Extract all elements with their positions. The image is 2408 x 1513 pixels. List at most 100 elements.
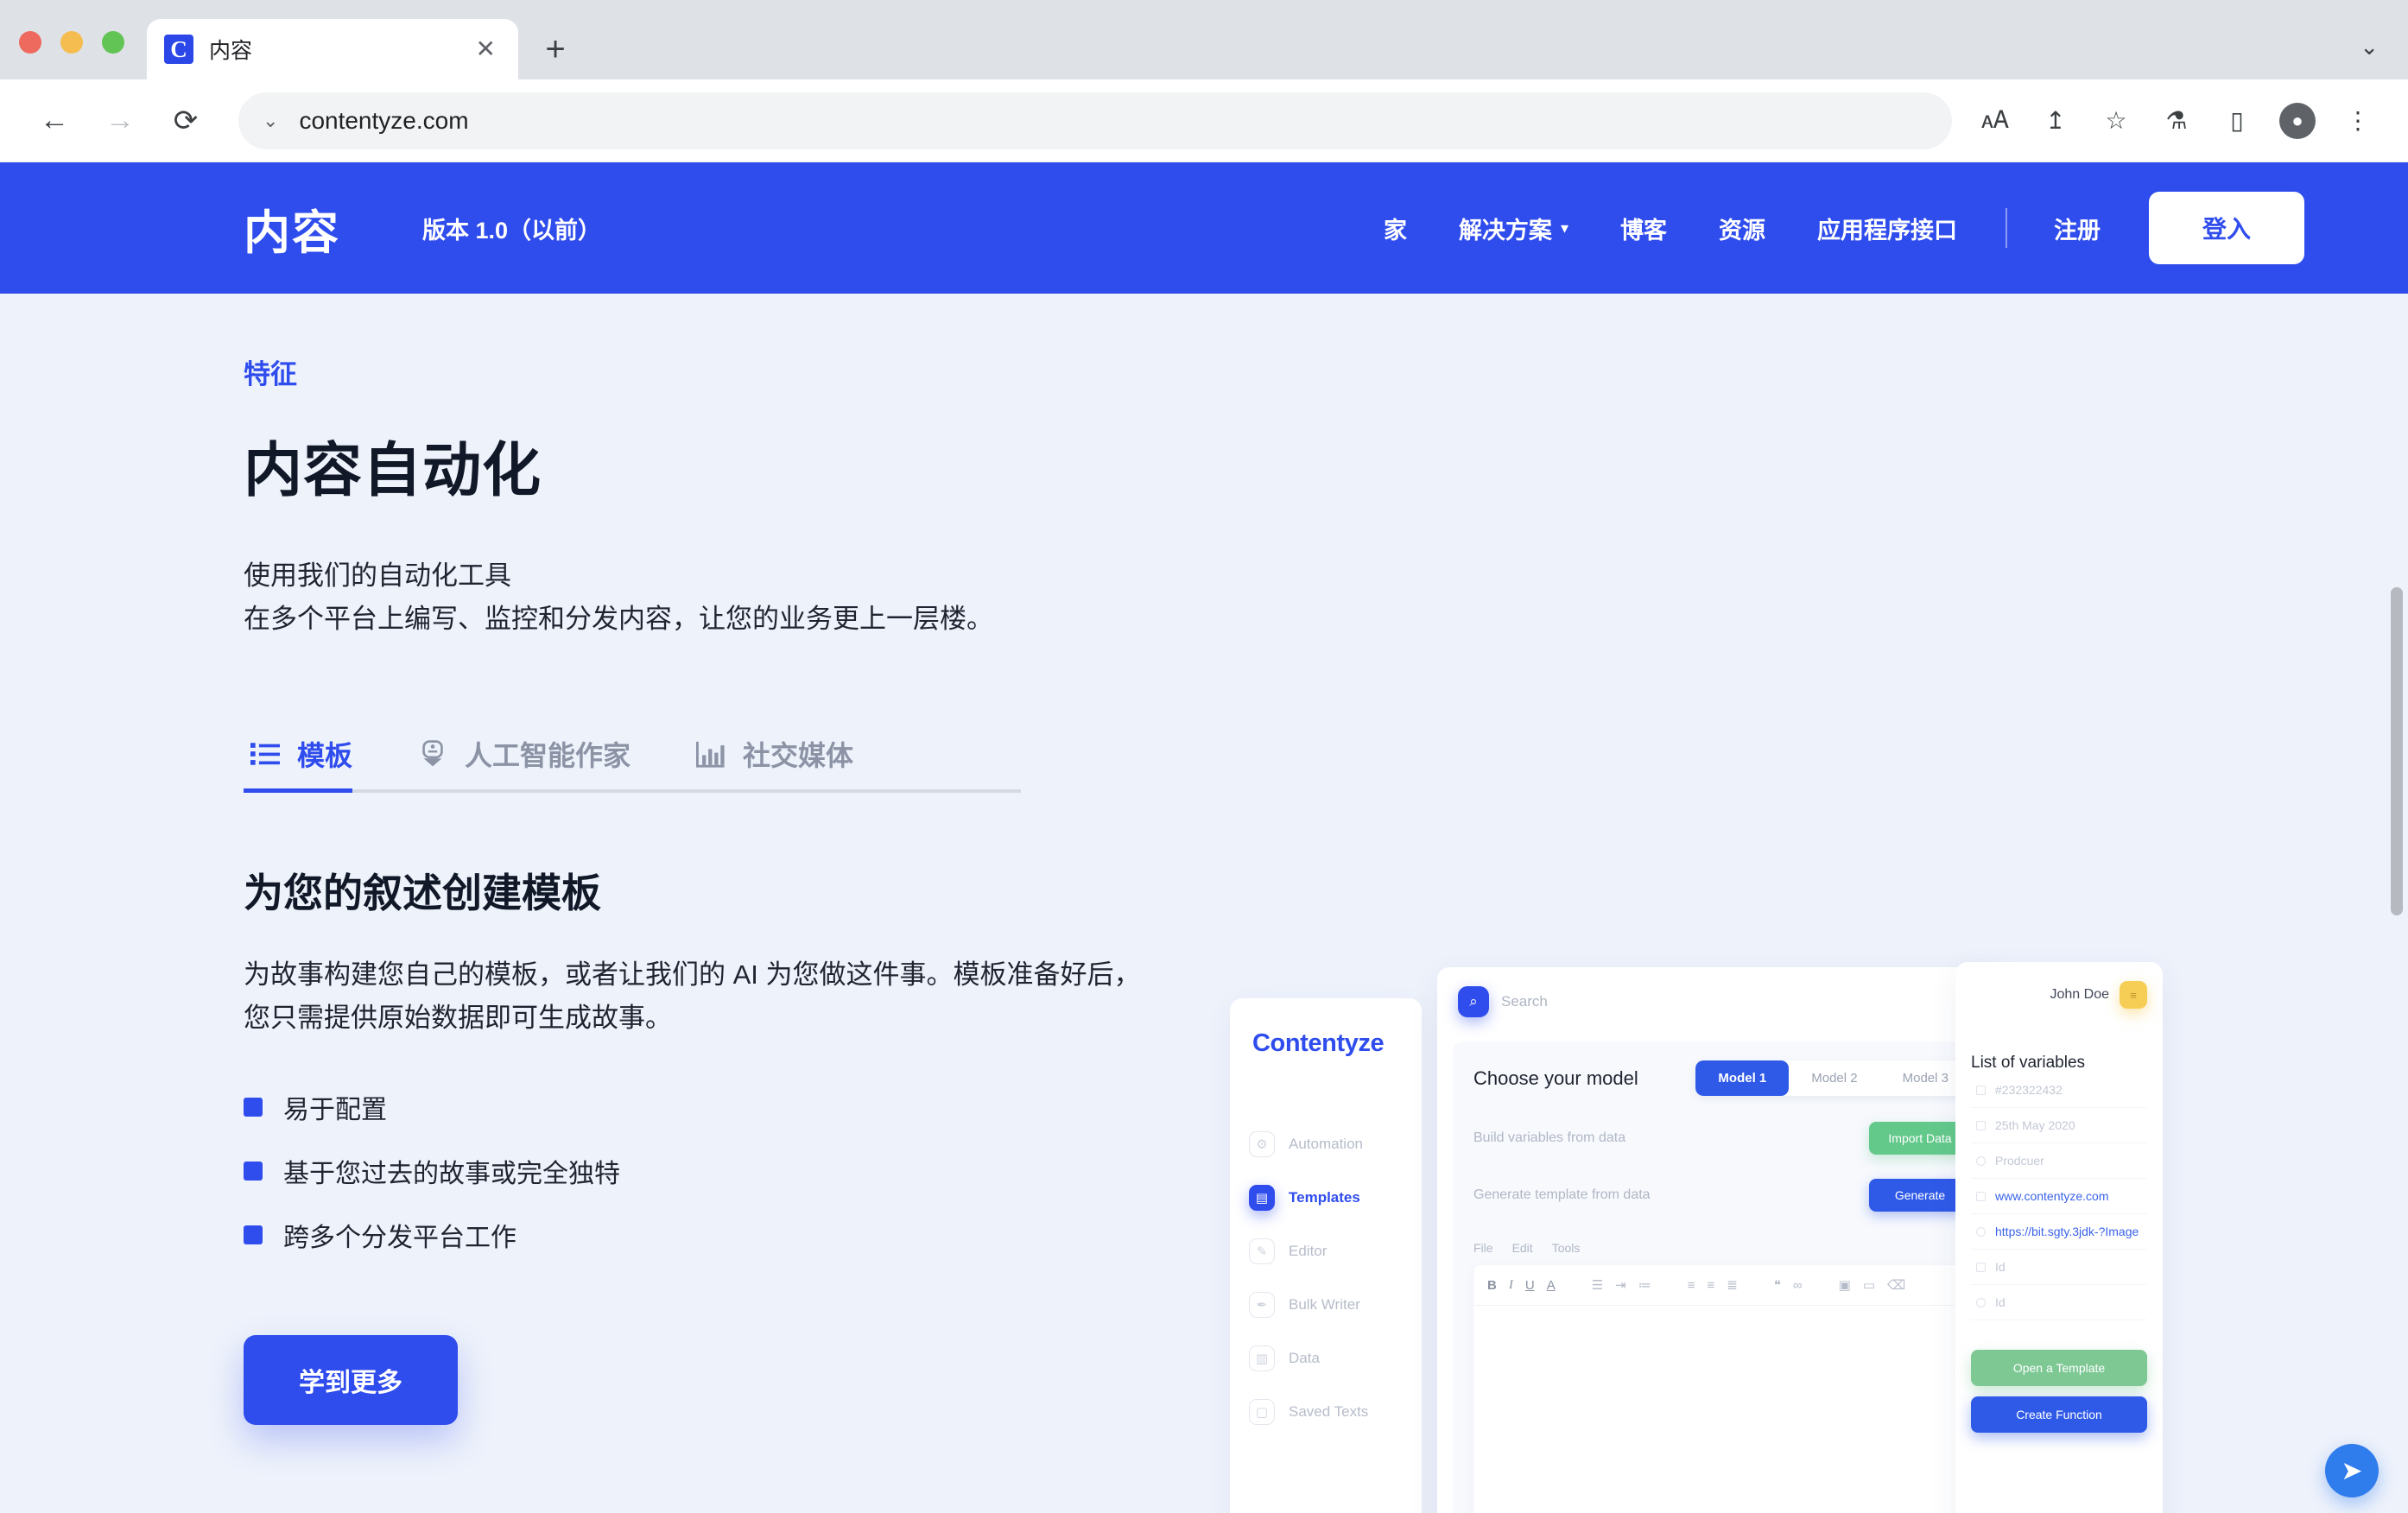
page-scrollbar[interactable] — [2391, 587, 2403, 915]
indent-icon[interactable]: ⇥ — [1615, 1277, 1626, 1293]
menubar-tools[interactable]: Tools — [1552, 1241, 1581, 1255]
browser-tab[interactable]: C 内容 ✕ — [147, 19, 518, 79]
forward-icon[interactable]: → — [92, 92, 149, 149]
address-bar[interactable]: ⌄ contentyze.com — [238, 92, 1952, 149]
bullet-square-icon — [244, 1225, 263, 1244]
underline-icon[interactable]: U — [1525, 1278, 1535, 1293]
profile-avatar[interactable]: ● — [2278, 102, 2316, 140]
checkbox-icon[interactable] — [1976, 1262, 1986, 1272]
login-button[interactable]: 登入 — [2148, 192, 2304, 264]
checkbox-icon[interactable] — [1976, 1191, 1986, 1201]
radio-icon[interactable] — [1976, 1155, 1986, 1166]
list-item[interactable]: #232322432 — [1971, 1073, 2147, 1108]
list-icon — [249, 738, 282, 770]
align-left-icon[interactable]: ≡ — [1688, 1278, 1695, 1293]
bookmark-icon[interactable]: ☆ — [2097, 102, 2135, 140]
tab-social-media[interactable]: 社交媒体 — [689, 734, 883, 793]
checkbox-icon[interactable] — [1976, 1120, 1986, 1130]
mockup-menu-item-editor[interactable]: ✎ Editor — [1230, 1232, 1422, 1270]
mockup-menu-item-data[interactable]: ▥ Data — [1230, 1339, 1422, 1377]
create-function-button[interactable]: Create Function — [1971, 1396, 2147, 1433]
mockup-card-header: Choose your model Model 1 Model 2 Model … — [1473, 1060, 1971, 1096]
nav-item-blog[interactable]: 博客 — [1594, 212, 1693, 245]
mockup-search-bar[interactable]: ⌕ Search — [1437, 967, 2007, 1017]
browser-toolbar: ← → ⟳ ⌄ contentyze.com 🗚 ↥ ☆ ⚗ ▯ ● ⋮ — [0, 79, 2408, 162]
sidepanel-icon[interactable]: ▯ — [2218, 102, 2256, 140]
align-justify-icon[interactable]: ≣ — [1727, 1277, 1738, 1293]
image-icon[interactable]: ▣ — [1839, 1277, 1851, 1293]
tab-ai-writer[interactable]: 人工智能作家 — [411, 734, 660, 793]
feature-text-column: 为您的叙述创建模板 为故事构建您自己的模板，或者让我们的 AI 为您做这件事。模… — [244, 862, 1211, 1425]
link-icon[interactable]: ∞ — [1793, 1278, 1803, 1293]
learn-more-button[interactable]: 学到更多 — [244, 1334, 458, 1425]
bar-chart-icon — [694, 738, 727, 770]
list-item[interactable]: Id — [1971, 1285, 2147, 1320]
close-window-button[interactable] — [19, 31, 41, 54]
mockup-menu-item-saved-texts[interactable]: ▢ Saved Texts — [1230, 1393, 1422, 1431]
feature-paragraph: 为故事构建您自己的模板，或者让我们的 AI 为您做这件事。模板准备好后，您只需提… — [244, 959, 1141, 1034]
mockup-action-buttons: Open a Template Create Function — [1971, 1350, 2147, 1433]
translate-icon[interactable]: 🗚 — [1976, 102, 2014, 140]
mockup-menu-item-automation[interactable]: ⚙ Automation — [1230, 1125, 1422, 1163]
open-template-button[interactable]: Open a Template — [1971, 1350, 2147, 1386]
video-icon[interactable]: ▭ — [1863, 1277, 1875, 1293]
align-center-icon[interactable]: ≡ — [1708, 1278, 1715, 1293]
italic-icon[interactable]: I — [1509, 1278, 1513, 1293]
clear-format-icon[interactable]: ⌫ — [1887, 1277, 1905, 1293]
menu-icon[interactable]: ⋮ — [2339, 102, 2377, 140]
nav-item-home[interactable]: 家 — [1358, 212, 1433, 245]
menubar-file[interactable]: File — [1473, 1241, 1493, 1255]
chevron-down-icon[interactable]: ⌄ — [2360, 34, 2379, 60]
share-icon[interactable]: ↥ — [2037, 102, 2075, 140]
variable-label: Prodcuer — [1995, 1154, 2044, 1168]
new-tab-button[interactable]: + — [529, 22, 582, 76]
model-1-option[interactable]: Model 1 — [1695, 1060, 1790, 1096]
list-item[interactable]: Prodcuer — [1971, 1143, 2147, 1179]
list-item: 易于配置 — [244, 1088, 1211, 1126]
radio-icon[interactable] — [1976, 1297, 1986, 1307]
tab-templates[interactable]: 模板 — [244, 734, 382, 794]
url-text: contentyze.com — [299, 106, 469, 134]
site-logo[interactable]: 内容 — [244, 194, 340, 263]
text-color-icon[interactable]: A — [1547, 1278, 1556, 1293]
minimize-window-button[interactable] — [60, 31, 83, 54]
chevron-down-icon[interactable]: ⌄ — [263, 110, 278, 132]
mockup-menu-item-templates[interactable]: ▤ Templates — [1230, 1179, 1422, 1217]
list-item[interactable]: www.contentyze.com — [1971, 1179, 2147, 1214]
chevron-down-icon: ▾ — [1560, 218, 1568, 237]
chat-fab-button[interactable]: ➤ — [2325, 1444, 2379, 1497]
quote-icon[interactable]: ❝ — [1774, 1277, 1781, 1293]
close-icon[interactable]: ✕ — [471, 37, 501, 61]
model-2-option[interactable]: Model 2 — [1789, 1060, 1879, 1096]
menubar-edit[interactable]: Edit — [1512, 1241, 1533, 1255]
list-item[interactable]: Id — [1971, 1250, 2147, 1285]
search-placeholder: Search — [1501, 993, 1548, 1010]
bullet-square-icon — [244, 1097, 263, 1117]
list-item[interactable]: 25th May 2020 — [1971, 1108, 2147, 1143]
list-item: 基于您过去的故事或完全独特 — [244, 1152, 1211, 1190]
user-name: John Doe — [2050, 987, 2110, 1002]
back-icon[interactable]: ← — [26, 92, 83, 149]
mockup-user-row[interactable]: John Doe ≡ — [1971, 981, 2147, 1009]
section-eyebrow: 特征 — [244, 359, 297, 389]
mockup-menu-item-bulk-writer[interactable]: ✒ Bulk Writer — [1230, 1286, 1422, 1324]
nav-item-solutions[interactable]: 解决方案 ▾ — [1433, 212, 1594, 245]
bulleted-list-icon[interactable]: ☰ — [1592, 1277, 1603, 1293]
bold-icon[interactable]: B — [1487, 1278, 1497, 1293]
reload-icon[interactable]: ⟳ — [157, 92, 214, 149]
checkbox-icon[interactable] — [1976, 1085, 1986, 1095]
list-item[interactable]: https://bit.sgty.3jdk-?Image — [1971, 1214, 2147, 1250]
nav-item-api[interactable]: 应用程序接口 — [1791, 212, 1983, 245]
generate-template-label: Generate template from data — [1473, 1187, 1651, 1202]
maximize-window-button[interactable] — [102, 31, 124, 54]
generate-template-row: Generate template from data Generate — [1473, 1179, 1971, 1212]
signup-button[interactable]: 注册 — [2030, 212, 2125, 245]
mockup-text-editor[interactable]: B I U A ☰ ⇥ ≔ ≡ ≡ ≣ ❝ ∞ ▣ ▭ ⌫ — [1473, 1265, 1971, 1513]
mockup-logo: Contentyze — [1252, 1029, 1385, 1057]
radio-icon[interactable] — [1976, 1226, 1986, 1237]
window-traffic-lights — [19, 31, 124, 79]
profile-icon: ● — [2279, 102, 2316, 139]
extension-icon[interactable]: ⚗ — [2158, 102, 2196, 140]
numbered-list-icon[interactable]: ≔ — [1638, 1277, 1651, 1293]
nav-item-resources[interactable]: 资源 — [1693, 212, 1791, 245]
